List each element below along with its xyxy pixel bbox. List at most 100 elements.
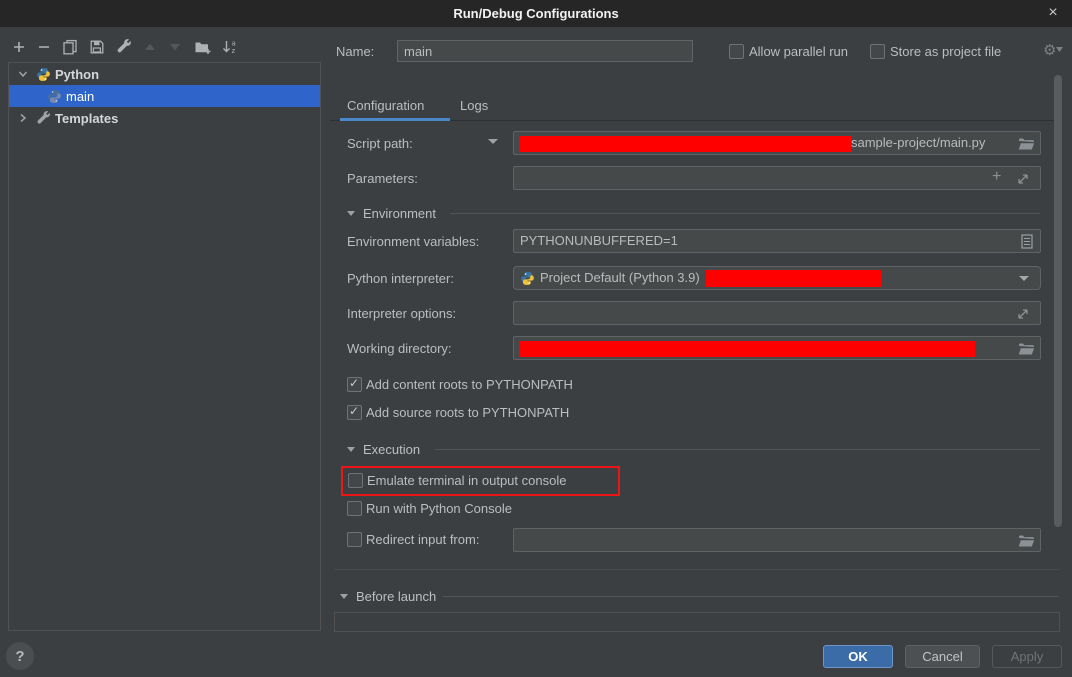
name-label: Name:	[336, 44, 374, 59]
browse-folder-icon[interactable]	[1018, 137, 1035, 151]
tree-item-python[interactable]: Python	[9, 63, 320, 85]
script-path-field[interactable]: sample-project/main.py	[513, 131, 1041, 155]
python-interpreter-combo[interactable]: Project Default (Python 3.9)	[513, 266, 1041, 290]
browse-folder-icon[interactable]	[1018, 534, 1035, 548]
svg-text:z: z	[232, 47, 236, 55]
wrench-icon	[36, 111, 51, 126]
working-directory-label: Working directory:	[347, 341, 452, 356]
redaction-bar	[519, 136, 851, 152]
gear-icon[interactable]: ⚙	[1043, 43, 1063, 58]
remove-configuration-button[interactable]	[36, 39, 52, 55]
chevron-down-icon	[17, 68, 29, 80]
python-interpreter-label: Python interpreter:	[347, 271, 454, 286]
redaction-bar	[519, 341, 975, 357]
allow-parallel-run-label: Allow parallel run	[749, 44, 848, 59]
add-content-roots-label: Add content roots to PYTHONPATH	[366, 377, 573, 392]
add-macro-icon[interactable]: +	[992, 168, 1001, 186]
parameters-field[interactable]: +	[513, 166, 1041, 190]
move-down-button[interactable]	[167, 39, 183, 55]
python-icon	[36, 67, 51, 82]
folder-plus-icon	[194, 39, 212, 55]
tree-item-label: Python	[55, 67, 99, 82]
tree-item-templates[interactable]: Templates	[9, 107, 320, 129]
before-launch-section-title: Before launch	[356, 589, 436, 604]
move-up-button[interactable]	[142, 39, 158, 55]
store-as-project-file-label: Store as project file	[890, 44, 1001, 59]
section-divider	[450, 213, 1040, 214]
arrow-down-icon	[167, 39, 183, 55]
run-with-python-console-checkbox[interactable]	[347, 501, 362, 516]
redirect-input-field[interactable]	[513, 528, 1041, 552]
python-script-icon	[47, 89, 62, 104]
cancel-button[interactable]: Cancel	[905, 645, 980, 668]
environment-collapse-icon[interactable]	[347, 211, 355, 216]
redirect-input-checkbox[interactable]	[347, 532, 362, 547]
run-debug-configurations-dialog: Run/Debug Configurations × az Python	[0, 0, 1072, 677]
tree-item-label: Templates	[55, 111, 118, 126]
plus-icon	[11, 39, 27, 55]
interpreter-options-field[interactable]	[513, 301, 1041, 325]
store-as-project-file-checkbox[interactable]	[870, 44, 885, 59]
apply-button[interactable]: Apply	[992, 645, 1062, 668]
tree-item-main[interactable]: main	[9, 85, 320, 107]
tab-configuration[interactable]: Configuration	[347, 98, 424, 113]
add-source-roots-label: Add source roots to PYTHONPATH	[366, 405, 569, 420]
redaction-bar	[706, 270, 881, 287]
sort-configurations-button[interactable]: az	[221, 39, 237, 55]
section-divider	[443, 596, 1058, 597]
copy-configuration-button[interactable]	[62, 39, 78, 55]
parameters-label: Parameters:	[347, 171, 418, 186]
redirect-input-label: Redirect input from:	[366, 532, 479, 547]
script-path-value: sample-project/main.py	[851, 135, 985, 150]
vertical-scrollbar[interactable]	[1054, 75, 1062, 527]
script-path-dropdown-icon[interactable]	[488, 139, 498, 144]
dialog-title: Run/Debug Configurations	[453, 6, 618, 21]
panel-divider	[334, 569, 1060, 570]
help-button[interactable]: ?	[6, 642, 34, 670]
combo-dropdown-icon[interactable]	[1019, 276, 1029, 281]
environment-variables-label: Environment variables:	[347, 234, 479, 249]
tree-item-label: main	[66, 89, 94, 104]
configurations-tree: Python main Templates	[8, 62, 321, 631]
dialog-titlebar: Run/Debug Configurations ×	[0, 0, 1072, 27]
minus-icon	[36, 39, 52, 55]
python-icon	[520, 271, 535, 286]
new-folder-button[interactable]	[194, 39, 210, 55]
environment-section-title: Environment	[363, 206, 436, 221]
name-input[interactable]	[397, 40, 693, 62]
script-path-label: Script path:	[347, 136, 413, 151]
add-content-roots-checkbox[interactable]	[347, 377, 362, 392]
help-icon: ?	[15, 648, 24, 665]
save-icon	[89, 39, 105, 55]
add-configuration-button[interactable]	[11, 39, 27, 55]
edit-variables-icon[interactable]	[1021, 234, 1033, 249]
active-tab-indicator	[340, 118, 450, 121]
add-source-roots-checkbox[interactable]	[347, 405, 362, 420]
before-launch-collapse-icon[interactable]	[340, 594, 348, 599]
allow-parallel-run-checkbox[interactable]	[729, 44, 744, 59]
before-launch-task-list[interactable]	[334, 612, 1060, 632]
execution-collapse-icon[interactable]	[347, 447, 355, 452]
sort-az-icon: az	[221, 39, 239, 55]
execution-section-title: Execution	[363, 442, 420, 457]
environment-variables-field[interactable]: PYTHONUNBUFFERED=1	[513, 229, 1041, 253]
edit-templates-button[interactable]	[116, 39, 132, 55]
browse-folder-icon[interactable]	[1018, 342, 1035, 356]
environment-variables-value: PYTHONUNBUFFERED=1	[520, 233, 678, 248]
wrench-icon	[116, 39, 132, 55]
chevron-right-icon	[17, 112, 29, 124]
ok-button[interactable]: OK	[823, 645, 893, 668]
python-interpreter-value: Project Default (Python 3.9)	[540, 270, 700, 285]
working-directory-field[interactable]	[513, 336, 1041, 360]
close-icon[interactable]: ×	[1042, 2, 1064, 24]
copy-icon	[62, 39, 78, 55]
arrow-up-icon	[142, 39, 158, 55]
emulate-terminal-checkbox[interactable]	[348, 473, 363, 488]
section-divider	[435, 449, 1040, 450]
run-with-python-console-label: Run with Python Console	[366, 501, 512, 516]
emulate-terminal-label: Emulate terminal in output console	[367, 473, 566, 488]
save-configuration-button[interactable]	[89, 39, 105, 55]
tab-logs[interactable]: Logs	[460, 98, 488, 113]
expand-field-icon[interactable]	[1016, 172, 1030, 186]
expand-field-icon[interactable]	[1016, 307, 1030, 321]
